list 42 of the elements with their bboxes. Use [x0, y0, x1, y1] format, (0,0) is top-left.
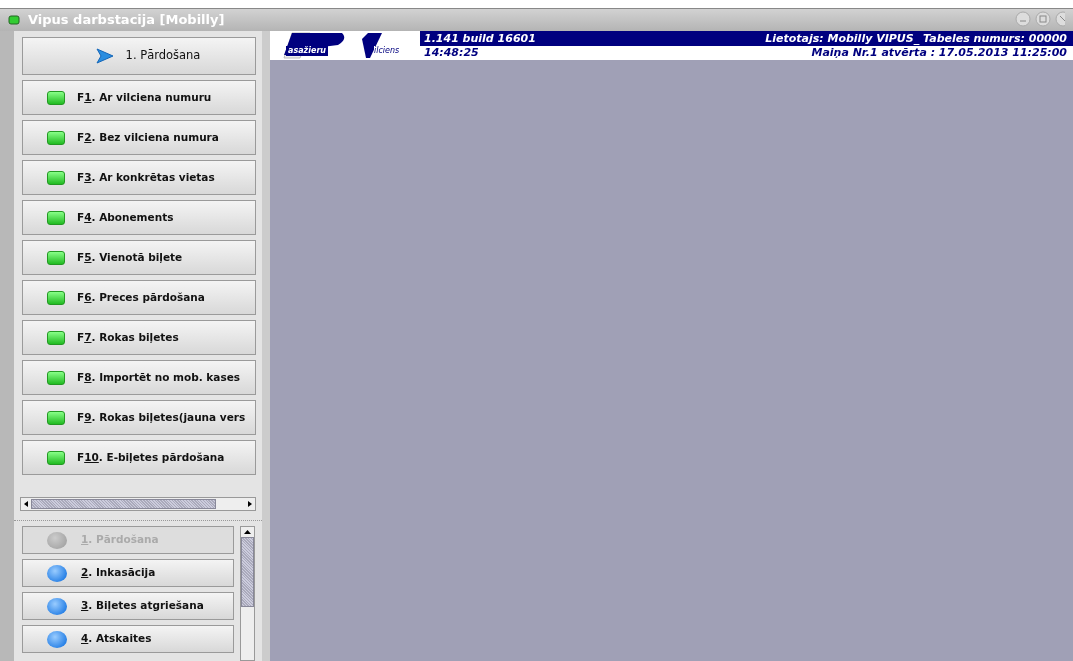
square-icon — [47, 210, 65, 225]
section-header-button[interactable]: 1. Pārdošana — [22, 37, 256, 75]
action-button[interactable]: F6. Preces pārdošana — [22, 280, 256, 315]
up-arrow-icon[interactable] — [241, 527, 254, 537]
square-icon — [47, 450, 65, 465]
circle-icon — [47, 564, 67, 582]
window-title: Vipus darbstacija [Mobilly] — [28, 11, 225, 30]
horizontal-scrollbar[interactable] — [20, 497, 256, 511]
square-icon — [47, 410, 65, 425]
section-button[interactable]: 4. Atskaites — [22, 625, 234, 653]
user-text: Lietotajs: Mobilly VIPUS_ Tabeles numurs: 00000 — [765, 31, 1067, 46]
action-button[interactable]: F7. Rokas biļetes — [22, 320, 256, 355]
action-button[interactable]: F10. E-biļetes pārdošana — [22, 440, 256, 475]
section-button[interactable]: 3. Biļetes atgriešana — [22, 592, 234, 620]
square-icon — [47, 170, 65, 185]
play-icon — [95, 48, 114, 64]
circle-icon — [47, 630, 67, 648]
square-icon — [47, 90, 65, 105]
time-text: 14:48:25 — [424, 46, 479, 60]
vertical-scrollbar[interactable] — [240, 526, 255, 661]
version-text: 1.141 build 16601 — [424, 31, 536, 46]
square-icon — [47, 130, 65, 145]
shift-text: Maiņa Nr.1 atvērta : 17.05.2013 11:25:00 — [811, 46, 1067, 60]
maximize-button[interactable] — [1035, 11, 1051, 27]
action-button[interactable]: F5. Vienotā biļete — [22, 240, 256, 275]
action-button[interactable]: F1. Ar vilciena numuru — [22, 80, 256, 115]
square-icon — [47, 370, 65, 385]
action-button[interactable]: F4. Abonements — [22, 200, 256, 235]
section-button[interactable]: 2. Inkasācija — [22, 559, 234, 587]
square-icon — [47, 250, 65, 265]
circle-icon — [47, 597, 67, 615]
app-icon — [8, 15, 20, 25]
circle-icon — [47, 531, 67, 549]
action-button[interactable]: F9. Rokas biļetes(jauna vers — [22, 400, 256, 435]
action-button[interactable]: F8. Importēt no mob. kases — [22, 360, 256, 395]
square-icon — [47, 330, 65, 345]
action-button[interactable]: F3. Ar konkrētas vietas — [22, 160, 256, 195]
action-button[interactable]: F2. Bez vilciena numura — [22, 120, 256, 155]
logo: asažieru ilciens — [270, 31, 420, 60]
square-icon — [47, 290, 65, 305]
minimize-button[interactable] — [1015, 11, 1031, 27]
close-button[interactable] — [1055, 11, 1065, 27]
